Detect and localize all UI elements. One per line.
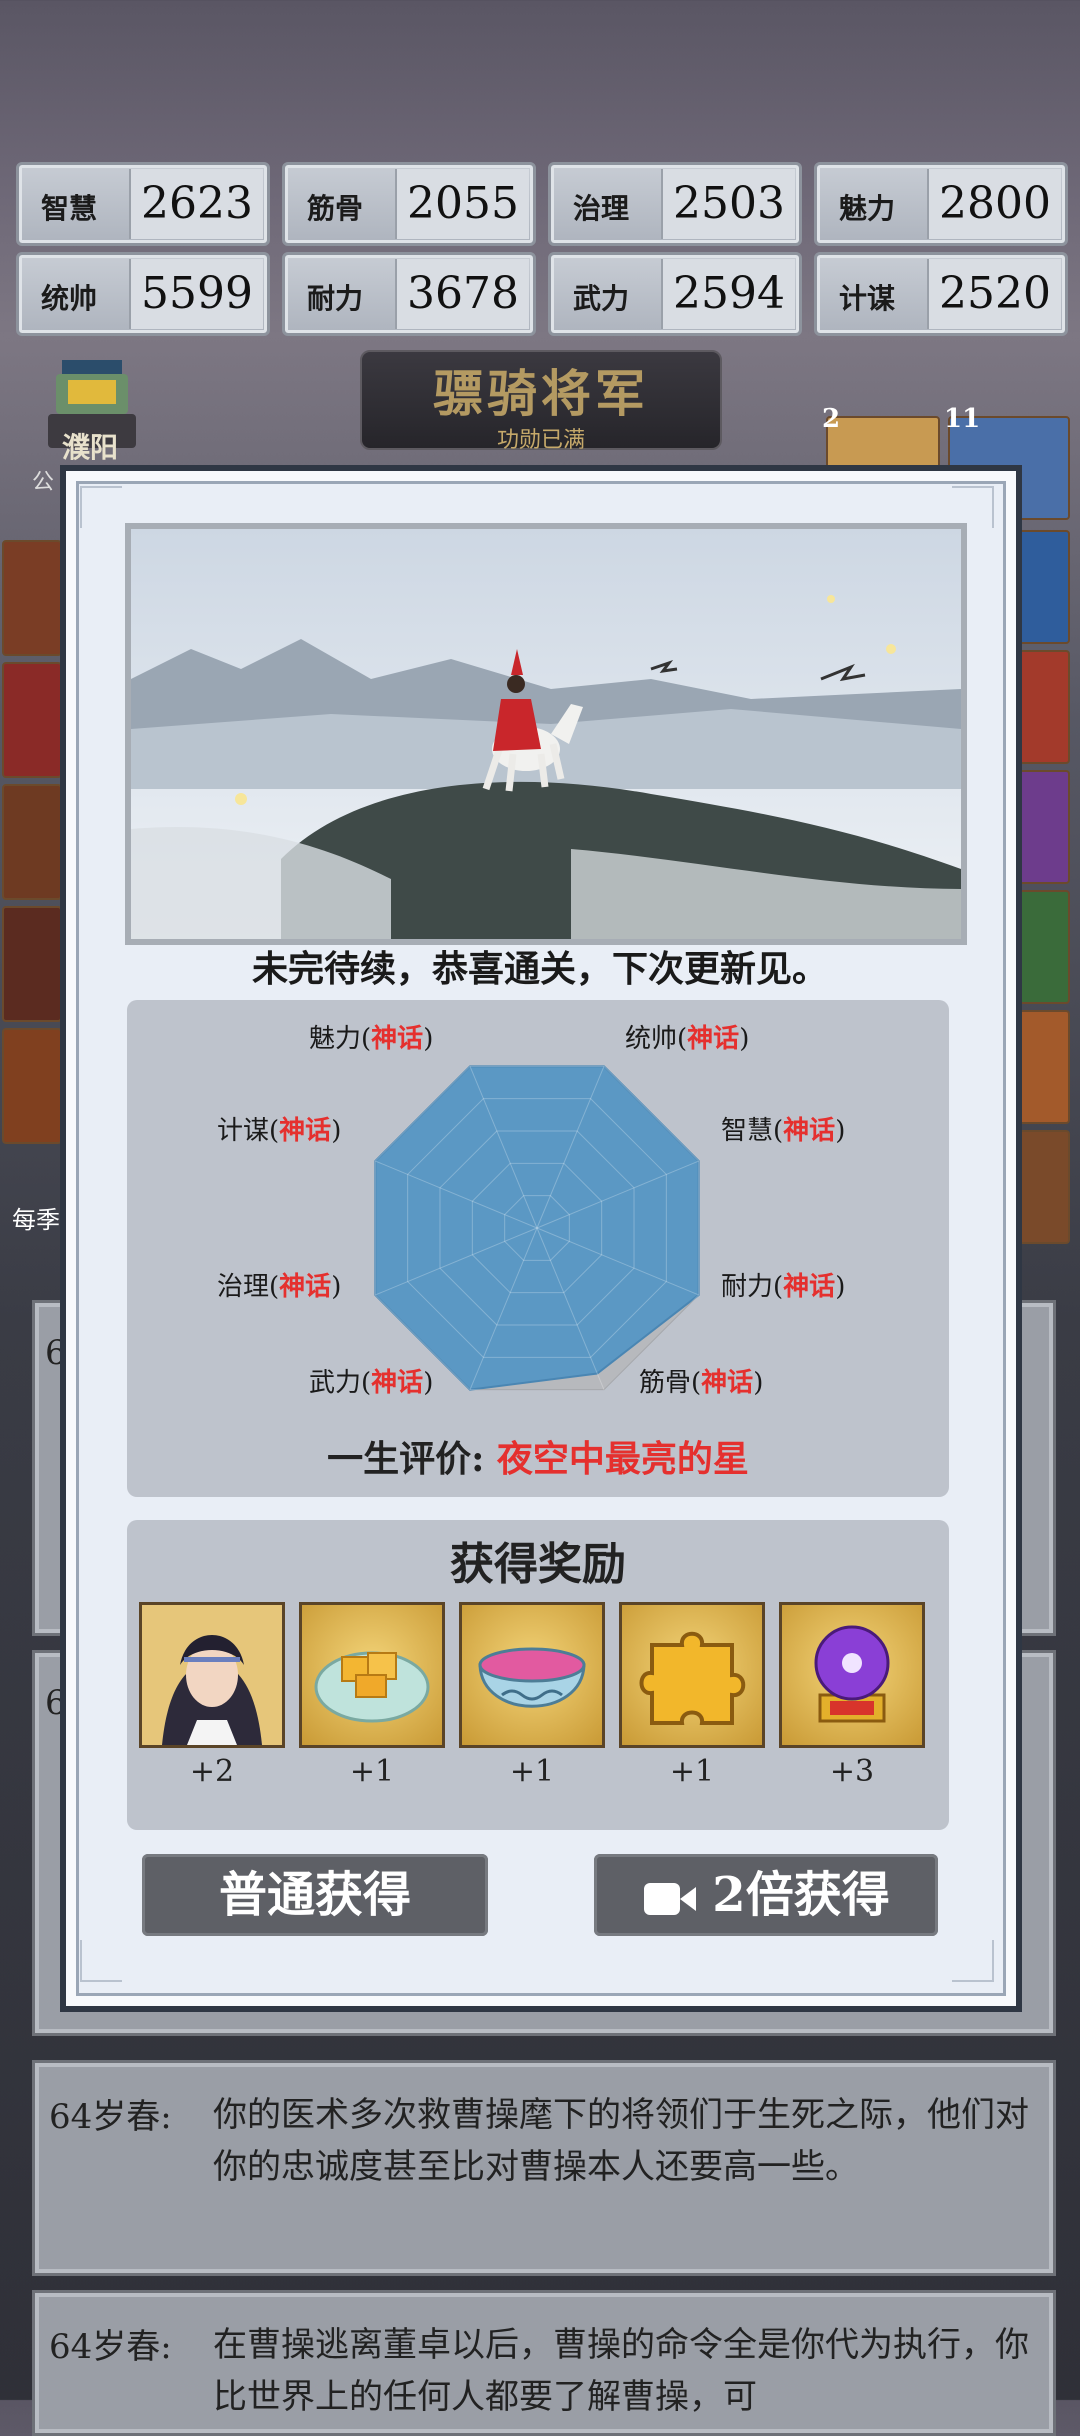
reward-count: +3 [829,1754,875,1789]
double-claim-button[interactable]: 2倍获得 [594,1854,938,1936]
horse-rider-landscape-icon [131,529,961,939]
ending-caption: 未完待续，恭喜通关，下次更新见。 [251,948,828,990]
stat-tongshuai: 统帅 5599 [16,252,270,336]
video-camera-icon [644,1882,697,1915]
log-text: 你的医术多次救曹操麾下的将领们于生死之际，他们对你的忠诚度甚至比对曹操本人还要高… [213,2095,1029,2187]
ending-illustration [125,523,967,945]
purple-orb-icon [814,1625,890,1723]
radar-label-jimou: 计谋(神话) [217,1116,342,1146]
stat-zhili: 治理 2503 [548,162,802,246]
stat-meili: 魅力 2800 [814,162,1068,246]
season-label: 每季 [12,1206,60,1234]
frame-corner [952,486,994,528]
radar-label-wuli: 武力(神话) [309,1368,434,1398]
banner-subtitle: 功勋已满 [496,428,585,453]
left-portrait[interactable] [2,784,62,900]
portrait-count: 2 [822,404,841,434]
stat-jingu: 筋骨 2055 [282,162,536,246]
reward-count: +1 [669,1754,715,1789]
reward-panel: 获得奖励 +2 +1 +1 +1 +3 [127,1520,949,1830]
reward-item-hero[interactable] [139,1602,285,1748]
log-text: 在曹操逃离董卓以后，曹操的命令全是你代为执行，你比世界上的任何人都要了解曹操，可 [213,2325,1029,2417]
log-age: 64岁春: [49,2327,172,2367]
banner-title: 骠骑将军 [433,364,649,423]
portrait-count: 11 [944,404,981,434]
reward-item-puzzle[interactable] [619,1602,765,1748]
stat-wuli: 武力 2594 [548,252,802,336]
log-panel: 64岁春: 在曹操逃离董卓以后，曹操的命令全是你代为执行，你比世界上的任何人都要… [32,2290,1056,2436]
left-portrait[interactable] [2,662,62,778]
gold-food-plate-icon [314,1651,430,1723]
evaluation-label: 一生评价: [327,1438,485,1480]
reward-item-orb[interactable] [779,1602,925,1748]
left-portrait[interactable] [2,540,62,656]
frame-corner [80,1940,122,1982]
frame-corner [80,486,122,528]
left-portrait[interactable] [2,1028,62,1144]
reward-item-food[interactable] [299,1602,445,1748]
hero-portrait-icon [142,1605,282,1745]
reward-count: +1 [349,1754,395,1789]
radar-label-jingu: 筋骨(神话) [639,1368,764,1398]
radar-label-tongshuai: 统帅(神话) [625,1024,750,1054]
radar-label-zhihui: 智慧(神话) [721,1116,846,1146]
reward-count: +2 [189,1754,235,1789]
radar-label-naili: 耐力(神话) [721,1272,846,1302]
stat-jimou: 计谋 2520 [814,252,1068,336]
pink-soup-bowl-icon [478,1647,586,1708]
reward-title: 获得奖励 [450,1539,626,1590]
reward-item-soup[interactable] [459,1602,605,1748]
frame-corner [952,1940,994,1982]
city-name: 濮阳 [62,431,119,464]
normal-claim-button[interactable]: 普通获得 [142,1854,488,1936]
normal-claim-label: 普通获得 [218,1867,411,1923]
stat-naili: 耐力 3678 [282,252,536,336]
life-evaluation: 一生评价: 夜空中最亮的星 [127,1430,949,1482]
radar-label-meili: 魅力(神话) [309,1024,434,1054]
log-panel: 64岁春: 你的医术多次救曹操麾下的将领们于生死之际，他们对你的忠诚度甚至比对曹… [32,2060,1056,2276]
attribute-radar-chart [374,1065,700,1391]
side-label: 公 [32,470,55,495]
log-age: 64岁春: [49,2097,172,2137]
double-claim-label: 2倍获得 [712,1867,890,1923]
city-badge[interactable]: 濮阳 [28,350,156,464]
reward-count: +1 [509,1754,555,1789]
stat-zhihui: 智慧 2623 [16,162,270,246]
radar-label-zhili: 治理(神话) [217,1272,342,1302]
evaluation-value: 夜空中最亮的星 [496,1438,749,1480]
title-banner: 骠骑将军 功勋已满 [360,350,722,453]
puzzle-piece-icon [639,1631,746,1725]
radar-panel: 魅力(神话) 统帅(神话) 计谋(神话) 智慧(神话) 治理(神话) 耐力(神话… [127,1000,949,1497]
